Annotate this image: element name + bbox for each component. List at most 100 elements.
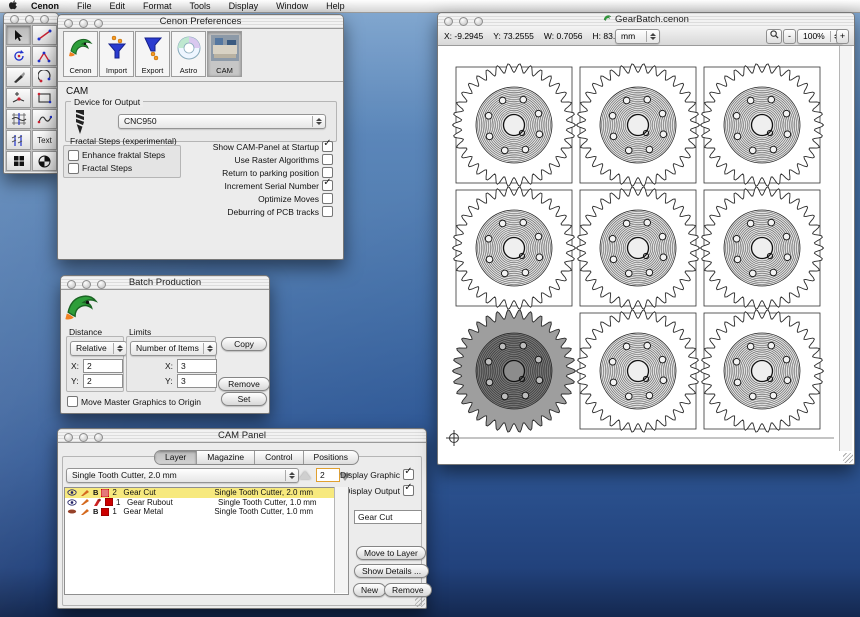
window-minimize-button[interactable] — [25, 15, 34, 24]
document-titlebar[interactable]: GearBatch.cenon — [438, 13, 854, 27]
tab-positions[interactable]: Positions — [304, 451, 359, 464]
zoom-out-button[interactable]: - — [783, 29, 796, 44]
pref-tab-cam[interactable]: CAM — [207, 31, 242, 77]
pref-tab-export[interactable]: Export — [135, 31, 170, 77]
window-minimize-button[interactable] — [459, 17, 468, 26]
tool-output-icon[interactable] — [80, 489, 90, 497]
menu-item-edit[interactable]: Edit — [101, 0, 135, 12]
set-button[interactable]: Set — [221, 392, 267, 406]
tool-select-arrow[interactable] — [6, 25, 31, 45]
batch-flag-icon[interactable]: B — [93, 507, 98, 516]
tool-add-point[interactable] — [6, 88, 31, 108]
limits-mode-popup[interactable]: Number of Items — [130, 341, 217, 356]
checkbox[interactable] — [322, 141, 333, 152]
tool-knife[interactable] — [6, 67, 31, 87]
tool-line[interactable] — [32, 25, 57, 45]
checkbox[interactable] — [322, 206, 333, 217]
remove-button[interactable]: Remove — [218, 377, 270, 391]
layer-row[interactable]: 1 Gear Rubout Single Tooth Cutter, 1.0 m… — [65, 498, 348, 508]
checkbox[interactable] — [67, 396, 78, 407]
document-vscrollbar[interactable] — [839, 46, 852, 451]
zoom-in-button[interactable]: + — [836, 29, 849, 44]
preferences-titlebar[interactable]: Cenon Preferences — [58, 15, 343, 29]
tool-curve[interactable] — [32, 109, 57, 129]
checkbox[interactable] — [322, 154, 333, 165]
menu-item-app[interactable]: Cenon — [22, 0, 68, 12]
window-zoom-button[interactable] — [474, 17, 483, 26]
menu-item-format[interactable]: Format — [134, 0, 181, 12]
window-close-button[interactable] — [64, 433, 73, 442]
rubout-flag-icon[interactable] — [93, 498, 102, 507]
limits-x-field[interactable]: 3 — [177, 359, 217, 373]
document-canvas[interactable] — [438, 46, 854, 464]
pref-tab-astro[interactable]: Astro — [171, 31, 206, 77]
visibility-eye-closed-icon[interactable] — [67, 508, 77, 515]
checkbox[interactable] — [403, 469, 414, 480]
window-zoom-button[interactable] — [97, 280, 106, 289]
pref-tab-import[interactable]: Import — [99, 31, 134, 77]
move-to-layer-button[interactable]: Move to Layer — [356, 546, 426, 560]
remove-button[interactable]: Remove — [384, 583, 432, 597]
copy-button[interactable]: Copy — [221, 337, 267, 351]
window-zoom-button[interactable] — [40, 15, 49, 24]
window-close-button[interactable] — [67, 280, 76, 289]
checkbox[interactable] — [403, 485, 414, 496]
layer-row[interactable]: B 1 Gear Metal Single Tooth Cutter, 1.0 … — [65, 507, 348, 517]
layer-name-field[interactable]: Gear Cut — [354, 510, 422, 524]
checkbox[interactable] — [68, 163, 79, 174]
distance-x-field[interactable]: 2 — [83, 359, 123, 373]
visibility-eye-icon[interactable] — [67, 489, 77, 496]
window-zoom-button[interactable] — [94, 19, 103, 28]
resize-grip[interactable] — [415, 597, 425, 607]
fill-solid-icon[interactable] — [105, 498, 113, 506]
tab-magazine[interactable]: Magazine — [197, 451, 255, 464]
new-button[interactable]: New — [353, 583, 386, 597]
tool-output-icon[interactable] — [80, 498, 90, 506]
checkbox[interactable] — [322, 193, 333, 204]
window-zoom-button[interactable] — [94, 433, 103, 442]
cam-panel-titlebar[interactable]: CAM Panel — [58, 429, 426, 443]
tool-polyline[interactable] — [32, 46, 57, 66]
menu-item-help[interactable]: Help — [317, 0, 354, 12]
menu-item-tools[interactable]: Tools — [181, 0, 220, 12]
limits-y-field[interactable]: 3 — [177, 374, 217, 388]
tool-measure[interactable] — [6, 130, 31, 150]
magnifier-button[interactable] — [766, 29, 782, 44]
window-close-button[interactable] — [10, 15, 19, 24]
pref-tab-cenon[interactable]: Cenon — [63, 31, 98, 77]
menu-item-file[interactable]: File — [68, 0, 101, 12]
tool-text[interactable]: Text — [32, 130, 57, 150]
show-details-button[interactable]: Show Details ... — [354, 564, 429, 578]
layer-row[interactable]: B 2 Gear Cut Single Tooth Cutter, 2.0 mm — [65, 488, 348, 498]
menu-item-window[interactable]: Window — [267, 0, 317, 12]
tool-rectangle[interactable] — [32, 88, 57, 108]
window-minimize-button[interactable] — [82, 280, 91, 289]
device-popup[interactable]: CNC950 — [118, 114, 326, 129]
checkbox[interactable] — [322, 180, 333, 191]
tool-sphere[interactable] — [32, 151, 57, 171]
window-minimize-button[interactable] — [79, 433, 88, 442]
resize-grip[interactable] — [843, 453, 853, 463]
tool-palette-titlebar[interactable] — [4, 13, 58, 24]
tab-layer[interactable]: Layer — [155, 451, 197, 464]
fill-solid-icon[interactable] — [101, 508, 109, 516]
window-close-button[interactable] — [64, 19, 73, 28]
fill-hatch-icon[interactable] — [101, 489, 109, 497]
visibility-eye-icon[interactable] — [67, 499, 77, 506]
window-minimize-button[interactable] — [79, 19, 88, 28]
unit-popup[interactable]: mm — [615, 29, 660, 44]
layer-list[interactable]: B 2 Gear Cut Single Tooth Cutter, 2.0 mm… — [64, 487, 349, 595]
layer-list-scrollbar[interactable] — [334, 487, 348, 593]
tool-output-icon[interactable] — [80, 508, 90, 516]
batch-titlebar[interactable]: Batch Production — [61, 276, 269, 290]
checkbox[interactable] — [68, 150, 79, 161]
distance-y-field[interactable]: 2 — [83, 374, 123, 388]
stepper-up-button[interactable] — [299, 471, 311, 479]
distance-mode-popup[interactable]: Relative — [70, 341, 127, 356]
tab-control[interactable]: Control — [255, 451, 303, 464]
menu-item-display[interactable]: Display — [220, 0, 268, 12]
tool-rotate[interactable] — [6, 46, 31, 66]
tool-arc[interactable] — [32, 67, 57, 87]
tool-grid-blocks[interactable] — [6, 151, 31, 171]
batch-flag-icon[interactable]: B — [93, 488, 98, 497]
